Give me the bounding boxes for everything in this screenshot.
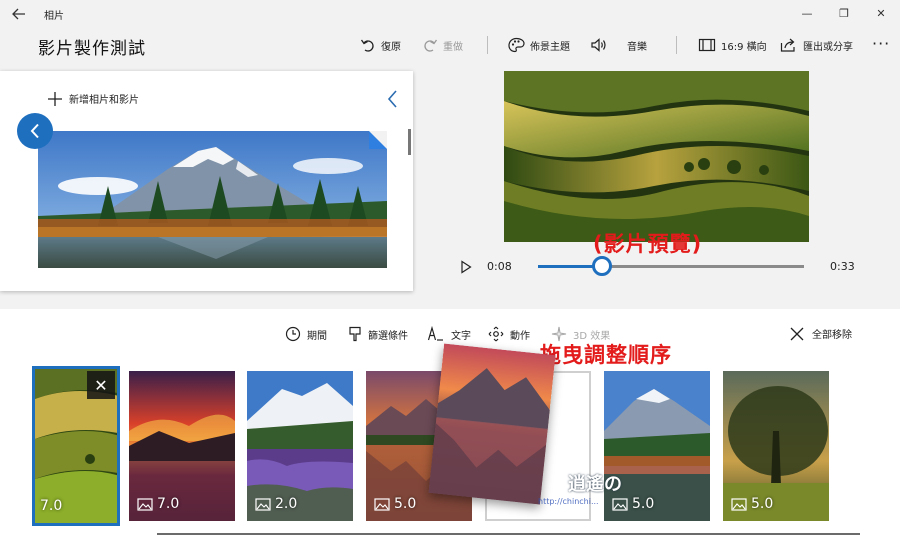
clip-duration-value: 7.0: [157, 496, 180, 512]
clip-duration: 7.0: [137, 496, 179, 512]
redo-label: 重做: [443, 41, 463, 53]
chevron-left-icon: [387, 90, 397, 108]
storyboard-clip[interactable]: 2.0: [247, 371, 353, 521]
filter-brush-icon: [349, 326, 361, 342]
motion-button[interactable]: 動作: [488, 326, 530, 342]
video-preview[interactable]: [504, 71, 809, 242]
close-window-button[interactable]: ✕: [866, 4, 896, 22]
clip-duration-value: 5.0: [394, 496, 417, 512]
toolbar-divider: [676, 36, 677, 54]
redo-icon: [424, 39, 438, 52]
storyboard-clip[interactable]: ✕ 7.0: [32, 366, 120, 526]
palette-icon: [508, 37, 525, 53]
clip-duration: 5.0: [612, 496, 654, 512]
seek-bar-thumb[interactable]: [591, 256, 612, 276]
aspect-ratio-label: 16:9 橫向: [721, 41, 767, 53]
total-time: 0:33: [830, 260, 855, 273]
storyboard-clip[interactable]: 5.0: [604, 371, 710, 521]
aspect-ratio-button[interactable]: 16:9 橫向: [698, 34, 767, 56]
text-icon: [427, 326, 443, 341]
music-button[interactable]: 音樂: [590, 34, 647, 56]
remove-all-button[interactable]: 全部移除: [790, 326, 852, 341]
minimize-button[interactable]: —: [792, 4, 822, 22]
clip-duration-value: 5.0: [632, 496, 655, 512]
undo-label: 復原: [381, 41, 401, 53]
image-icon: [612, 497, 628, 511]
filters-label: 篩選條件: [368, 330, 408, 342]
clip-duration: 5.0: [731, 496, 773, 512]
chevron-left-icon: [30, 123, 39, 139]
seek-bar[interactable]: [538, 265, 804, 268]
undo-button[interactable]: 復原: [360, 34, 401, 56]
app-name: 相片: [44, 11, 64, 22]
storyboard-clip[interactable]: 5.0: [723, 371, 829, 521]
motion-icon: [488, 326, 504, 342]
motion-label: 動作: [510, 330, 530, 342]
plus-icon: [48, 91, 62, 106]
library-scrollbar[interactable]: [408, 129, 411, 155]
library-thumbnail-mountain-lake[interactable]: [38, 131, 387, 268]
clip-duration: 7.0: [40, 498, 62, 514]
scroll-left-button[interactable]: [17, 113, 53, 149]
remove-all-label: 全部移除: [812, 330, 852, 341]
remove-clip-button[interactable]: ✕: [87, 371, 115, 399]
undo-icon: [360, 39, 374, 52]
speaker-icon: [591, 38, 606, 52]
watermark-logo: 逍遙の: [568, 474, 622, 495]
text-label: 文字: [451, 330, 471, 342]
clip-duration: 5.0: [374, 496, 416, 512]
duration-label: 期間: [307, 330, 327, 342]
drag-reorder-annotation: 拖曳調整順序: [540, 343, 672, 367]
music-label: 音樂: [627, 41, 647, 53]
image-icon: [255, 497, 271, 511]
page-corner-fold: [369, 131, 387, 149]
image-icon: [137, 497, 153, 511]
project-library-panel: 新增相片和影片: [0, 71, 413, 291]
play-button[interactable]: [460, 259, 474, 275]
collapse-library-button[interactable]: [386, 89, 402, 109]
play-icon: [461, 260, 472, 274]
duration-button[interactable]: 期間: [285, 326, 327, 342]
storyboard-scrollbar[interactable]: [157, 533, 860, 535]
clip-duration: 2.0: [255, 496, 297, 512]
restore-button[interactable]: ❐: [829, 4, 859, 22]
clip-duration-value: 2.0: [275, 496, 298, 512]
back-arrow-icon[interactable]: [10, 5, 28, 23]
clip-duration-value: 7.0: [40, 498, 63, 514]
project-title: 影片製作測試: [38, 39, 146, 59]
dragging-clip[interactable]: [428, 343, 556, 505]
image-icon: [731, 497, 747, 511]
add-photos-videos-button[interactable]: 新增相片和影片: [48, 91, 139, 106]
storyboard-clip[interactable]: 7.0: [129, 371, 235, 521]
export-button[interactable]: 匯出或分享: [780, 34, 853, 56]
theme-label: 佈景主題: [530, 41, 570, 53]
toolbar-divider: [487, 36, 488, 54]
image-icon: [374, 497, 390, 511]
share-icon: [780, 38, 795, 52]
more-options-button[interactable]: ···: [872, 34, 890, 53]
text-button[interactable]: 文字: [427, 326, 471, 342]
close-icon: [790, 327, 804, 340]
theme-button[interactable]: 佈景主題: [508, 34, 570, 56]
redo-button[interactable]: 重做: [422, 34, 463, 56]
current-time: 0:08: [487, 260, 512, 273]
clip-duration-value: 5.0: [751, 496, 774, 512]
export-label: 匯出或分享: [803, 41, 853, 53]
clock-icon: [285, 326, 301, 342]
preview-annotation: (影片預覽): [593, 232, 703, 256]
aspect-ratio-icon: [698, 38, 716, 52]
title-bar: 相片 — ❐ ✕: [0, 0, 900, 28]
add-photos-videos-label: 新增相片和影片: [69, 95, 139, 106]
filters-button[interactable]: 篩選條件: [348, 326, 408, 342]
watermark-url: http://chinchi...: [538, 497, 599, 506]
